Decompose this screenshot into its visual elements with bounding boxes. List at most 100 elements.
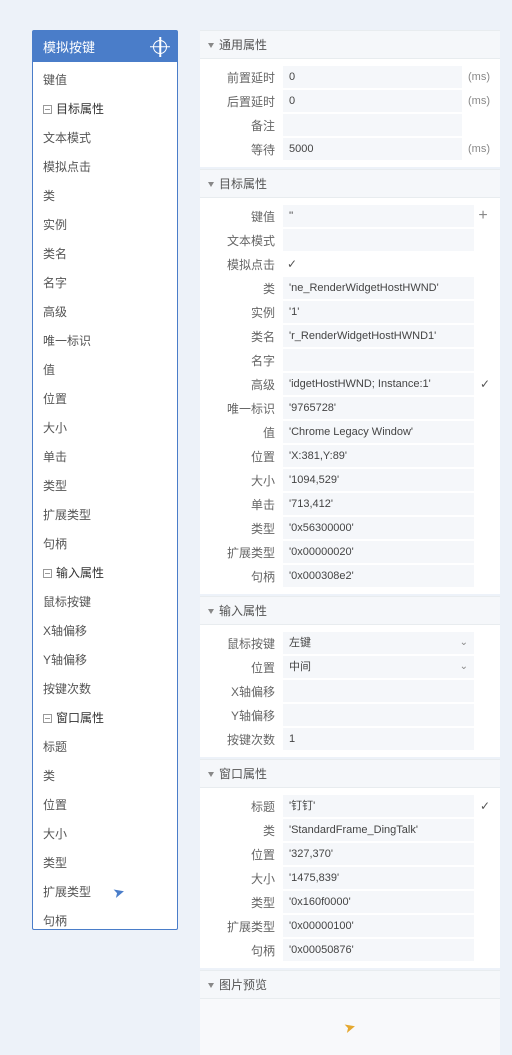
checkbox-checked[interactable]: ✓ — [283, 257, 474, 271]
prop-input[interactable]: '' — [283, 205, 474, 227]
tree-item[interactable]: 类 — [33, 761, 177, 790]
prop-label: 类 — [204, 280, 283, 297]
prop-label: 句柄 — [204, 568, 283, 585]
tree-item[interactable]: 单击 — [33, 442, 177, 471]
tree-item[interactable]: 大小 — [33, 819, 177, 848]
tree-item[interactable]: 名字 — [33, 268, 177, 297]
label-input-pos: 位置 — [204, 659, 283, 676]
label-pre-delay: 前置延时 — [204, 69, 283, 86]
prop-input[interactable]: '9765728' — [283, 397, 474, 419]
prop-label: 类型 — [204, 520, 283, 537]
section-header-target[interactable]: 目标属性 — [200, 169, 500, 198]
prop-input[interactable] — [283, 349, 474, 371]
prop-input[interactable]: 'StandardFrame_DingTalk' — [283, 819, 474, 841]
collapse-icon[interactable] — [43, 569, 52, 578]
prop-label: 名字 — [204, 352, 283, 369]
prop-input[interactable]: 'Chrome Legacy Window' — [283, 421, 474, 443]
tree-item[interactable]: 键值 — [33, 65, 177, 94]
tree-item[interactable]: Y轴偏移 — [33, 645, 177, 674]
right-panel: 通用属性 前置延时 0 (ms) 后置延时 0 (ms) 备注 — [200, 30, 500, 1018]
tree-item[interactable]: X轴偏移 — [33, 616, 177, 645]
input-pre-delay[interactable]: 0 — [283, 66, 462, 88]
tree-item[interactable]: 位置 — [33, 384, 177, 413]
tree-item[interactable]: 高级 — [33, 297, 177, 326]
tree-item[interactable]: 扩展类型 — [33, 877, 177, 906]
prop-input[interactable]: '0x00000020' — [283, 541, 474, 563]
tree-item[interactable]: 实例 — [33, 210, 177, 239]
section-title: 目标属性 — [219, 177, 267, 191]
tree-item[interactable]: 鼠标按键 — [33, 587, 177, 616]
prop-label: 模拟点击 — [204, 256, 283, 273]
prop-label: 大小 — [204, 472, 283, 489]
prop-input[interactable]: '713,412' — [283, 493, 474, 515]
prop-input[interactable]: '0x000308e2' — [283, 565, 474, 587]
tree-item[interactable]: 值 — [33, 355, 177, 384]
unit-ms: (ms) — [462, 143, 492, 155]
tree-item[interactable]: 文本模式 — [33, 123, 177, 152]
tree-item[interactable]: 唯一标识 — [33, 326, 177, 355]
prop-input[interactable]: '1' — [283, 301, 474, 323]
prop-input[interactable]: '1094,529' — [283, 469, 474, 491]
tree-item[interactable]: 类名 — [33, 239, 177, 268]
chevron-down-icon — [208, 609, 214, 614]
label-xoff: X轴偏移 — [204, 683, 283, 700]
prop-input[interactable]: 'idgetHostHWND; Instance:1' — [283, 373, 474, 395]
prop-input[interactable]: '钉钉' — [283, 795, 474, 817]
collapse-icon[interactable] — [43, 714, 52, 723]
tree-item[interactable]: 类型 — [33, 471, 177, 500]
tree-item[interactable]: 目标属性 — [33, 94, 177, 123]
tree-item[interactable]: 类 — [33, 181, 177, 210]
check-icon[interactable]: ✓ — [476, 377, 490, 391]
check-icon[interactable]: ✓ — [476, 799, 490, 813]
section-title: 窗口属性 — [219, 767, 267, 781]
prop-label: 扩展类型 — [204, 544, 283, 561]
left-panel-header[interactable]: 模拟按键 — [33, 31, 177, 62]
input-post-delay[interactable]: 0 — [283, 90, 462, 112]
label-yoff: Y轴偏移 — [204, 707, 283, 724]
tree-item[interactable]: 模拟点击 — [33, 152, 177, 181]
prop-label: 位置 — [204, 846, 283, 863]
tree-item[interactable]: 句柄 — [33, 906, 177, 929]
section-target: 目标属性 键值''+文本模式模拟点击✓类'ne_RenderWidgetHost… — [200, 169, 500, 594]
collapse-icon[interactable] — [43, 105, 52, 114]
tree-item[interactable]: 扩展类型 — [33, 500, 177, 529]
section-header-window[interactable]: 窗口属性 — [200, 759, 500, 788]
prop-input[interactable]: '0x160f0000' — [283, 891, 474, 913]
label-post-delay: 后置延时 — [204, 93, 283, 110]
input-count[interactable]: 1 — [283, 728, 474, 750]
tree-item[interactable]: 输入属性 — [33, 558, 177, 587]
prop-input[interactable]: 'r_RenderWidgetHostHWND1' — [283, 325, 474, 347]
tree-item[interactable]: 类型 — [33, 848, 177, 877]
trail-slot: ✓ — [474, 799, 492, 813]
label-count: 按键次数 — [204, 731, 283, 748]
select-mouse[interactable]: 左键⌄ — [283, 632, 474, 654]
section-header-general[interactable]: 通用属性 — [200, 30, 500, 59]
target-icon[interactable] — [153, 40, 167, 54]
input-remark[interactable] — [283, 114, 462, 136]
prop-label: 类 — [204, 822, 283, 839]
tree-item[interactable]: 句柄 — [33, 529, 177, 558]
prop-input[interactable]: '0x00050876' — [283, 939, 474, 961]
prop-input[interactable]: 'ne_RenderWidgetHostHWND' — [283, 277, 474, 299]
tree-item[interactable]: 窗口属性 — [33, 703, 177, 732]
prop-input[interactable]: '0x56300000' — [283, 517, 474, 539]
label-wait: 等待 — [204, 141, 283, 158]
select-input-pos[interactable]: 中间⌄ — [283, 656, 474, 678]
prop-input[interactable]: '327,370' — [283, 843, 474, 865]
tree-item[interactable]: 按键次数 — [33, 674, 177, 703]
input-xoff[interactable] — [283, 680, 474, 702]
plus-icon[interactable]: + — [478, 207, 487, 224]
tree-item[interactable]: 位置 — [33, 790, 177, 819]
input-yoff[interactable] — [283, 704, 474, 726]
tree-item[interactable]: 标题 — [33, 732, 177, 761]
input-wait[interactable]: 5000 — [283, 138, 462, 160]
section-title: 通用属性 — [219, 38, 267, 52]
tree-item[interactable]: 大小 — [33, 413, 177, 442]
prop-input[interactable] — [283, 229, 474, 251]
prop-input[interactable]: '1475,839' — [283, 867, 474, 889]
prop-input[interactable]: '0x00000100' — [283, 915, 474, 937]
prop-input[interactable]: 'X:381,Y:89' — [283, 445, 474, 467]
left-panel-title: 模拟按键 — [43, 37, 95, 56]
section-header-input[interactable]: 输入属性 — [200, 596, 500, 625]
section-header-preview[interactable]: 图片预览 — [200, 970, 500, 999]
